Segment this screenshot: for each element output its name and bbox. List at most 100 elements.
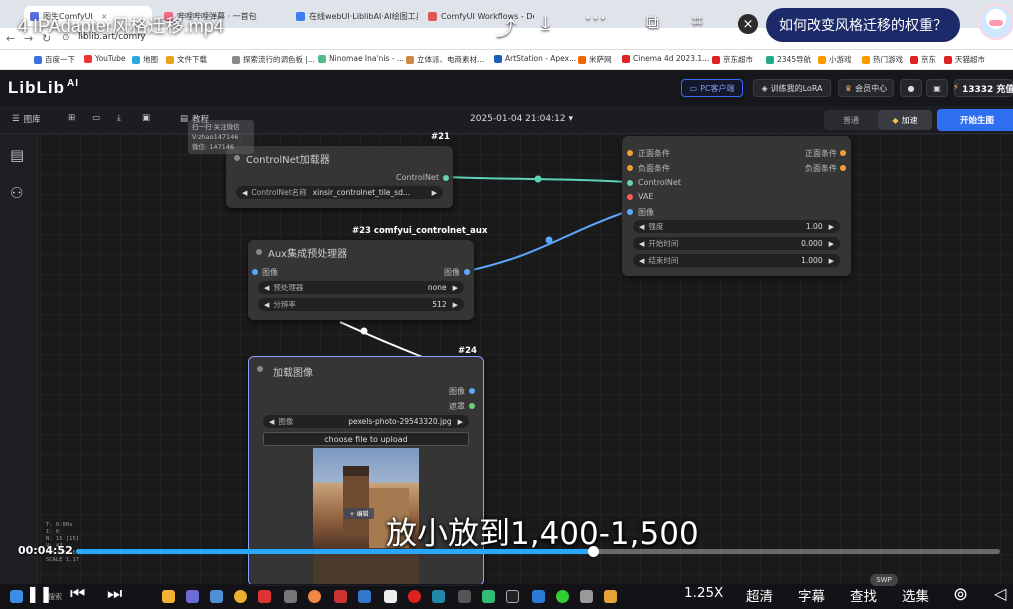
aux-preprocessor-node[interactable]: Aux集成预处理器 图像 图像 ◀ 预处理器 none ▶ ◀ 分辨率 512 ▶	[248, 240, 474, 320]
arrow-left-icon[interactable]: ◀	[264, 301, 269, 309]
output-port[interactable]	[469, 388, 475, 394]
save-icon[interactable]: ▣	[142, 113, 150, 123]
previous-icon[interactable]: ⏮	[70, 584, 85, 604]
output-port[interactable]	[464, 269, 470, 275]
bookmark-item[interactable]: 百度一下	[34, 54, 75, 65]
liblib-logo[interactable]: LibLib AI	[8, 78, 79, 98]
settings-icon[interactable]: ⊚	[953, 584, 968, 605]
member-center-button[interactable]: ♛ 会员中心	[838, 79, 894, 97]
bookmark-item[interactable]: 地图	[132, 54, 158, 65]
input-port[interactable]	[627, 165, 633, 171]
bookmark-item[interactable]: 京东超市	[712, 54, 753, 65]
pc-client-button[interactable]: ▭ PC客户端	[681, 79, 743, 97]
arrow-right-icon[interactable]: ▶	[829, 257, 834, 265]
app-icon[interactable]	[334, 590, 347, 603]
volume-icon[interactable]: ◁	[994, 584, 1006, 603]
points-button[interactable]: ⚡ 13332 充值	[953, 79, 1013, 97]
bookmark-item[interactable]: ArtStation - Apex...	[494, 54, 576, 63]
bookmark-item[interactable]: 2345导航	[766, 54, 811, 65]
input-port[interactable]	[627, 209, 633, 215]
more-icon[interactable]: ···	[585, 6, 607, 30]
arrow-right-icon[interactable]: ▶	[432, 189, 437, 197]
bookmark-item[interactable]: 文件下载	[166, 54, 207, 65]
image-select-widget[interactable]: ◀ 图像 pexels-photo-29543320.jpg ▶	[263, 415, 469, 428]
apply-controlnet-node[interactable]: 正面条件 负面条件 ControlNet VAE 图像 正面条件 负面条件 ◀ 强…	[622, 136, 851, 276]
mode-fast[interactable]: ◆ 加速	[878, 110, 932, 130]
app-icon[interactable]	[186, 590, 199, 603]
arrow-left-icon[interactable]: ◀	[639, 223, 644, 231]
wps-icon[interactable]	[258, 590, 271, 603]
strength-widget[interactable]: ◀ 强度 1.00 ▶	[633, 220, 840, 233]
assistant-avatar[interactable]	[978, 4, 1013, 40]
new-file-icon[interactable]: ⊞	[68, 113, 75, 123]
input-port[interactable]	[627, 150, 633, 156]
mode-normal[interactable]: 普通	[824, 110, 878, 130]
windows-start-icon[interactable]	[10, 590, 23, 603]
end-time-widget[interactable]: ◀ 结束时间 1.000 ▶	[633, 254, 840, 267]
bookmark-item[interactable]: Ninomae Ina'nis - ...	[318, 54, 404, 63]
arrow-right-icon[interactable]: ▶	[829, 223, 834, 231]
close-icon[interactable]: ×	[738, 14, 758, 34]
app-icon[interactable]	[604, 590, 617, 603]
bookmark-item[interactable]: YouTube	[84, 54, 126, 63]
find-button[interactable]: 查找	[850, 585, 877, 605]
app-icon[interactable]	[532, 590, 545, 603]
input-port[interactable]	[627, 180, 633, 186]
export-icon[interactable]: ⤓	[117, 113, 121, 123]
arrow-left-icon[interactable]: ◀	[639, 257, 644, 265]
question-pill[interactable]: 如何改变风格迁移的权重？	[766, 8, 960, 42]
taskbar-search[interactable]: 搜索	[48, 592, 62, 602]
edit-badge[interactable]: + 编辑	[344, 508, 374, 519]
input-port[interactable]	[252, 269, 258, 275]
output-port[interactable]	[469, 403, 475, 409]
app-icon[interactable]	[458, 590, 471, 603]
arrow-left-icon[interactable]: ◀	[242, 189, 247, 197]
next-icon[interactable]: ⏭	[107, 584, 122, 604]
app-icon[interactable]	[384, 590, 397, 603]
bookmark-item[interactable]: 京东	[910, 54, 936, 65]
app-icon[interactable]	[358, 590, 371, 603]
quality-button[interactable]: 超清	[746, 585, 773, 605]
controlnet-loader-node[interactable]: ControlNet加载器 ControlNet ◀ ControlNet名称 xi…	[226, 146, 453, 208]
screen-cast-icon[interactable]: ⧉	[646, 12, 659, 33]
preprocessor-widget[interactable]: ◀ 预处理器 none ▶	[258, 281, 464, 294]
download-icon[interactable]: ⤓	[541, 10, 550, 34]
arrow-right-icon[interactable]: ▶	[829, 240, 834, 248]
node-collapse-dot[interactable]	[256, 249, 262, 255]
app-icon[interactable]	[580, 590, 593, 603]
start-time-widget[interactable]: ◀ 开始时间 0.000 ▶	[633, 237, 840, 250]
bookmark-item[interactable]: 小游戏	[818, 54, 852, 65]
output-port[interactable]	[840, 150, 846, 156]
node-collapse-dot[interactable]	[234, 155, 240, 161]
bookmark-item[interactable]: 立体派、电商素材...	[406, 54, 484, 65]
terminal-icon[interactable]	[506, 590, 519, 603]
resolution-widget[interactable]: ◀ 分辨率 512 ▶	[258, 298, 464, 311]
bookmark-item[interactable]: 米萨网	[578, 54, 612, 65]
node-collapse-dot[interactable]	[257, 366, 263, 372]
mode-toggle[interactable]: 普通 ◆ 加速	[824, 110, 932, 130]
app-icon[interactable]	[308, 590, 321, 603]
app-icon[interactable]	[482, 590, 495, 603]
app-icon[interactable]	[210, 590, 223, 603]
node-tree-icon[interactable]: ⚇	[10, 184, 23, 202]
generate-button[interactable]: 开始生图	[937, 109, 1013, 131]
episodes-button[interactable]: 选集	[902, 585, 929, 605]
app-icon[interactable]	[432, 590, 445, 603]
browser-tab[interactable]: ComfyUI Workflows - Devel	[422, 6, 534, 26]
arrow-left-icon[interactable]: ◀	[639, 240, 644, 248]
open-folder-icon[interactable]: ▭	[92, 113, 100, 123]
crop-icon[interactable]: ⌗	[692, 10, 703, 32]
wechat-icon[interactable]	[556, 590, 569, 603]
app-icon[interactable]	[408, 590, 421, 603]
arrow-left-icon[interactable]: ◀	[269, 418, 274, 426]
bookmark-item[interactable]: 探索流行的调色板 |...	[232, 54, 315, 65]
browser-tab[interactable]: 在线webUI·LiblibAI·AI绘图工具	[290, 6, 418, 26]
train-lora-button[interactable]: ◈ 训练我的LoRA	[753, 79, 831, 97]
notification-button[interactable]: ▣	[926, 79, 948, 97]
app-icon[interactable]	[284, 590, 297, 603]
output-port[interactable]	[443, 175, 449, 181]
workflow-datetime[interactable]: 2025-01-04 21:04:12 ▾	[470, 114, 573, 124]
input-port[interactable]	[627, 194, 633, 200]
file-explorer-icon[interactable]	[162, 590, 175, 603]
share-icon[interactable]: ⤴	[496, 12, 516, 41]
